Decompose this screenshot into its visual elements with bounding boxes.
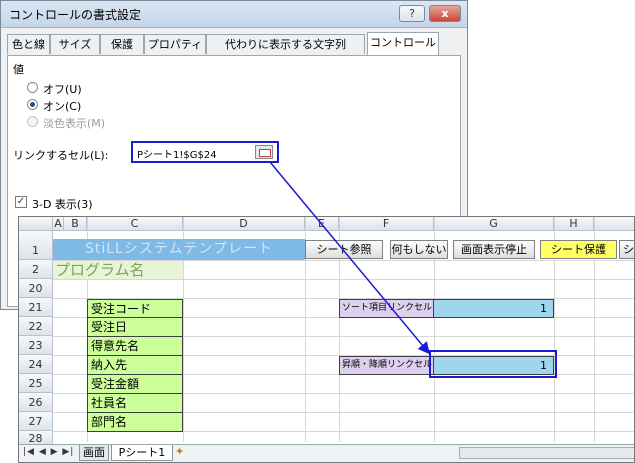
link-arrow xyxy=(269,161,430,355)
tab-control[interactable]: コントロール xyxy=(367,32,439,55)
